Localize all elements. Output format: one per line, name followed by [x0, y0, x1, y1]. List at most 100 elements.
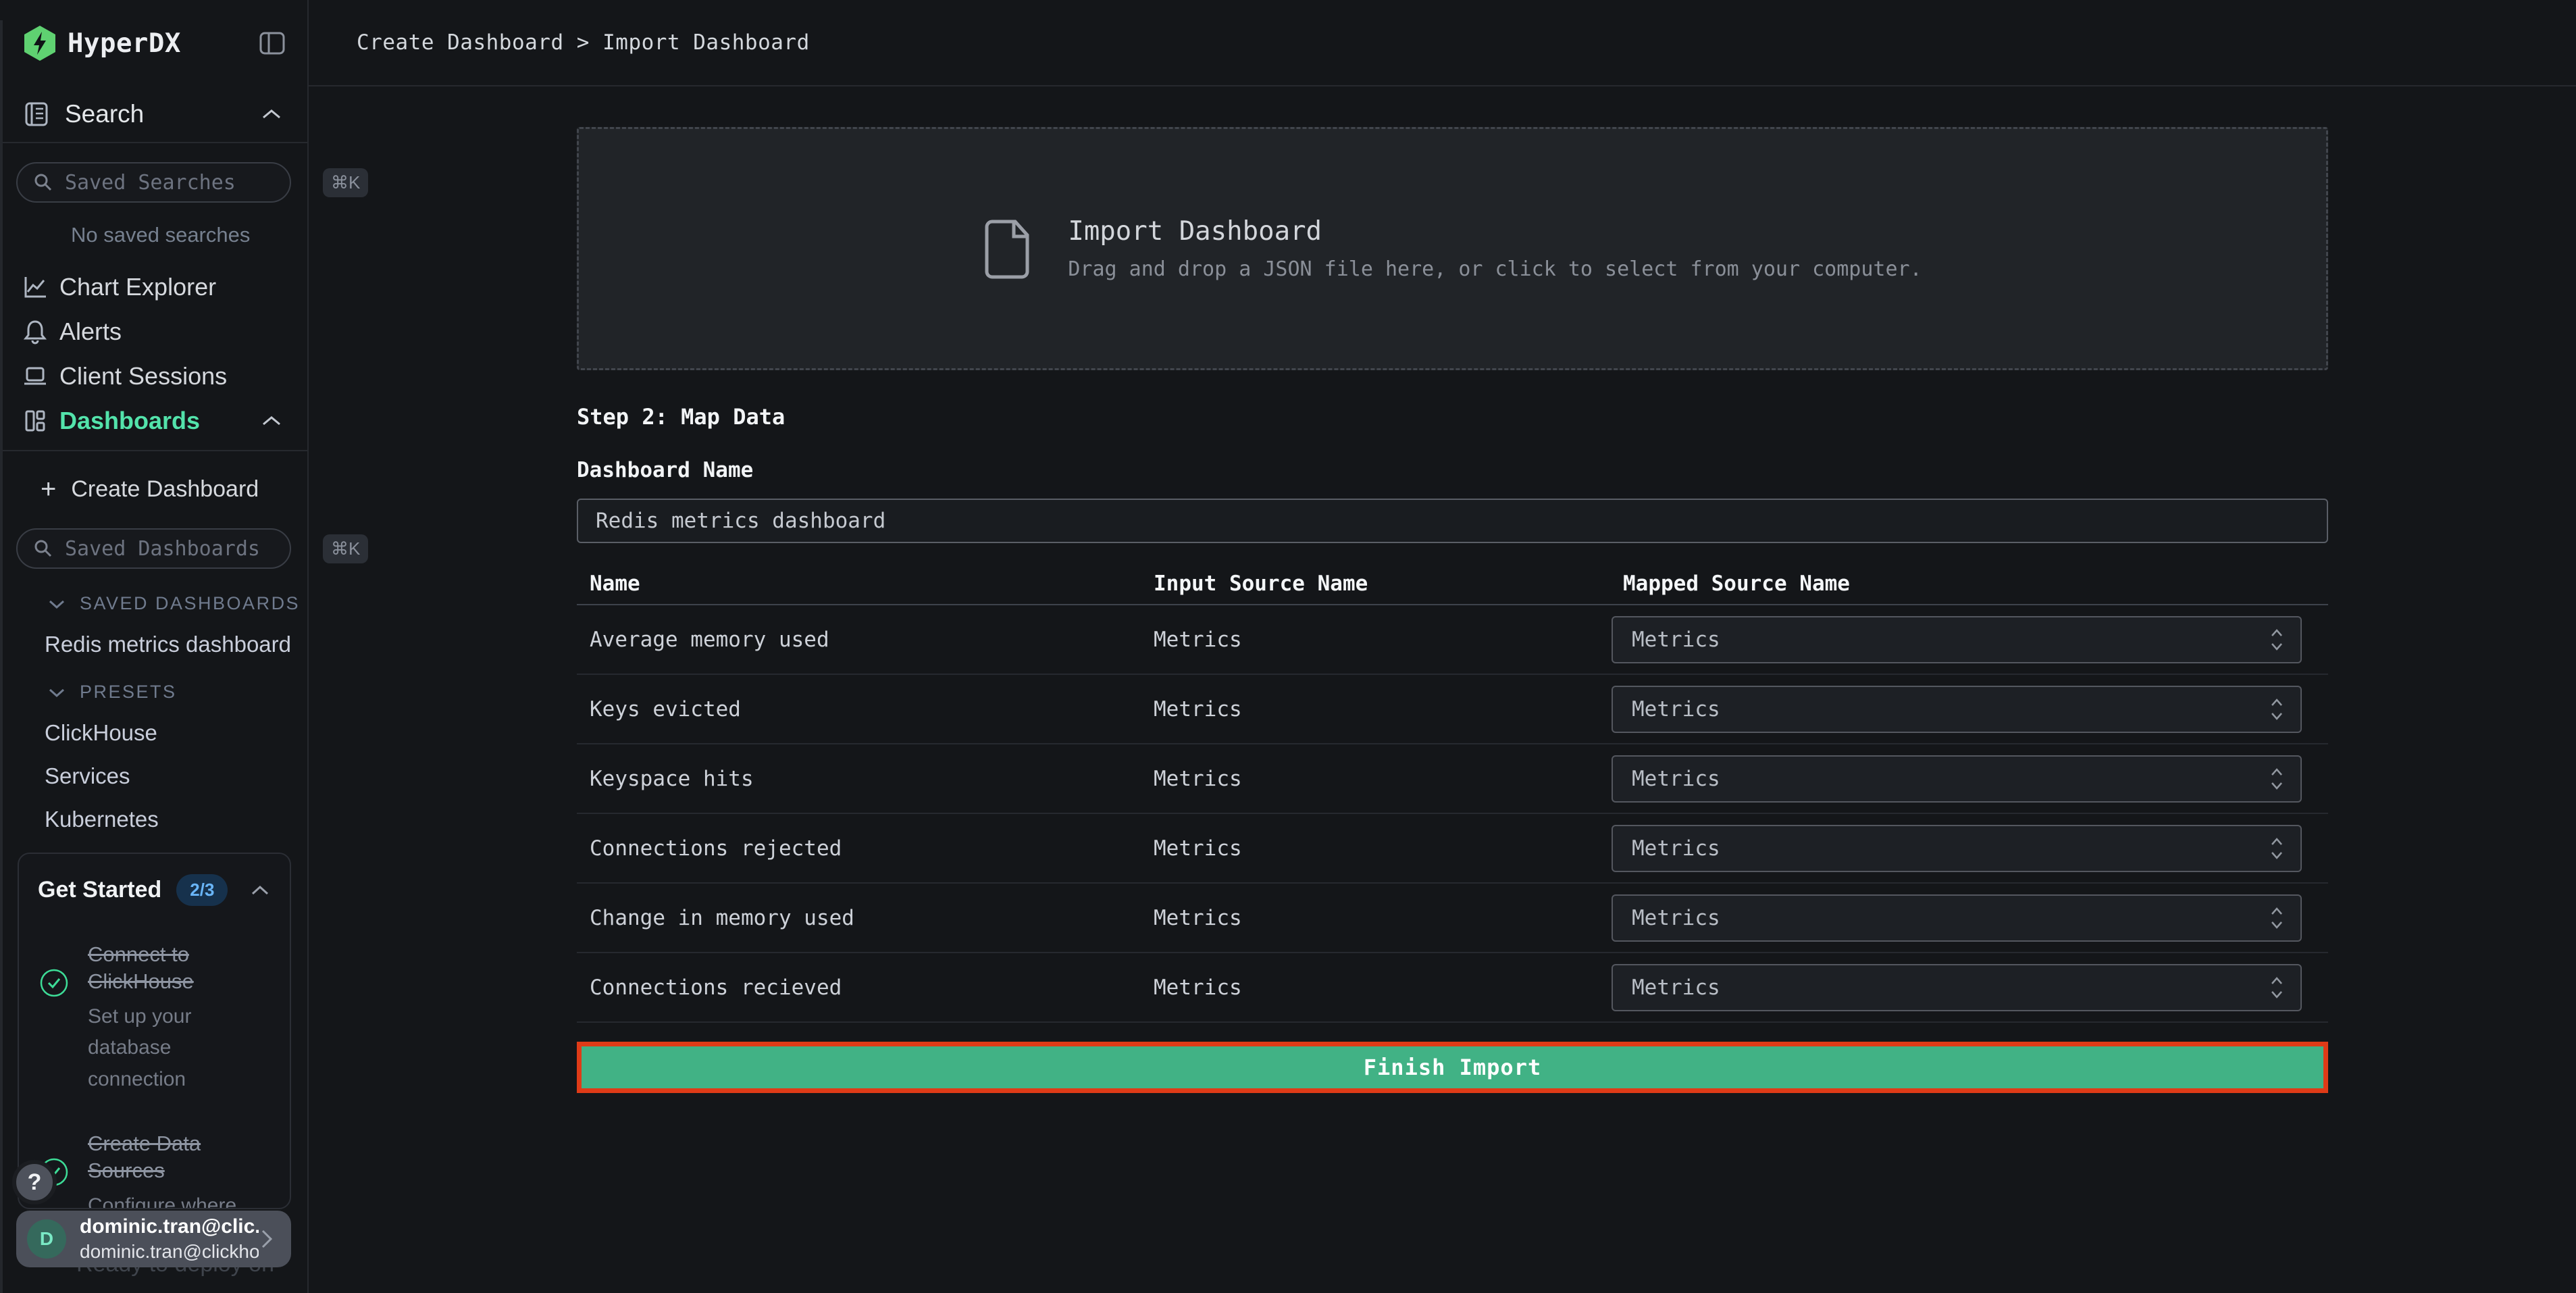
mapped-source-value: Metrics	[1632, 767, 2269, 791]
presets-group-header[interactable]: PRESETS	[47, 682, 307, 703]
breadcrumb-current: Import Dashboard	[602, 30, 810, 55]
row-name: Keyspace hits	[577, 767, 1141, 791]
row-name: Connections recieved	[577, 975, 1141, 1000]
row-input-source: Metrics	[1141, 767, 1610, 791]
magnifier-icon	[32, 172, 54, 193]
row-name: Change in memory used	[577, 906, 1141, 930]
select-updown-chevrons-icon	[2269, 696, 2284, 723]
saved-dashboards-input[interactable]: ⌘K	[16, 528, 291, 569]
sidebar-item-dashboards[interactable]: Dashboards	[0, 399, 307, 443]
file-icon	[983, 218, 1034, 280]
user-menu[interactable]: D dominic.tran@clic... dominic.tran@clic…	[16, 1211, 291, 1267]
mapping-table: Name Input Source Name Mapped Source Nam…	[577, 563, 2328, 1023]
step-title: Connect to ClickHouse	[88, 941, 271, 996]
mapped-source-value: Metrics	[1632, 836, 2269, 861]
step-heading: Step 2: Map Data	[577, 404, 2328, 430]
select-updown-chevrons-icon	[2269, 905, 2284, 932]
get-started-card: Get Started 2/3 Connect to ClickHouse Se…	[18, 853, 291, 1209]
chevron-up-icon[interactable]	[249, 884, 271, 897]
breadcrumb-separator: >	[564, 30, 603, 55]
column-header-mapped-source: Mapped Source Name	[1610, 572, 2328, 596]
row-input-source: Metrics	[1141, 628, 1610, 652]
main-area: Create Dashboard > Import Dashboard Impo…	[309, 0, 2576, 1293]
step-title: Create Data Sources	[88, 1130, 271, 1185]
finish-import-label: Finish Import	[1364, 1055, 1541, 1080]
chevron-up-icon	[260, 414, 283, 428]
get-started-title: Get Started	[38, 877, 161, 903]
preset-item-kubernetes[interactable]: Kubernetes	[45, 807, 307, 832]
sidebar-collapse-button[interactable]	[257, 28, 287, 58]
json-dropzone[interactable]: Import Dashboard Drag and drop a JSON fi…	[577, 127, 2328, 370]
mapped-source-select[interactable]: Metrics	[1612, 755, 2302, 803]
mapped-source-select[interactable]: Metrics	[1612, 616, 2302, 663]
search-section-header[interactable]: Search	[0, 86, 307, 143]
laptop-icon	[22, 363, 59, 390]
select-updown-chevrons-icon	[2269, 974, 2284, 1001]
avatar: D	[27, 1219, 66, 1259]
table-row: Connections rejected Metrics Metrics	[577, 814, 2328, 884]
select-updown-chevrons-icon	[2269, 626, 2284, 653]
get-started-step-1[interactable]: Connect to ClickHouse Set up your databa…	[38, 941, 271, 1095]
table-row: Average memory used Metrics Metrics	[577, 605, 2328, 675]
dashboard-name-input[interactable]	[577, 499, 2328, 543]
plus-icon: +	[41, 476, 56, 503]
page-header: Create Dashboard > Import Dashboard	[309, 0, 2576, 86]
saved-searches-field[interactable]	[65, 171, 323, 195]
get-started-step-2[interactable]: Create Data Sources Configure where your…	[38, 1130, 271, 1209]
mapped-source-select[interactable]: Metrics	[1612, 825, 2302, 872]
saved-dashboards-group-header[interactable]: SAVED DASHBOARDS	[47, 593, 307, 614]
step-description: Set up your database connection	[88, 1001, 271, 1096]
user-name: dominic.tran@clic...	[80, 1215, 259, 1238]
saved-dashboard-item[interactable]: Redis metrics dashboard	[45, 632, 307, 657]
mapped-source-value: Metrics	[1632, 697, 2269, 721]
breadcrumb: Create Dashboard > Import Dashboard	[357, 30, 810, 55]
panel-left-icon	[258, 29, 286, 57]
table-row: Keys evicted Metrics Metrics	[577, 675, 2328, 744]
sidebar-item-alerts[interactable]: Alerts	[0, 309, 307, 354]
window-edge	[0, 20, 3, 1293]
chevron-down-icon	[47, 686, 66, 699]
help-button[interactable]: ?	[12, 1160, 57, 1205]
chevron-up-icon	[260, 107, 283, 121]
column-header-input-source: Input Source Name	[1141, 572, 1610, 596]
check-circle-icon	[38, 968, 70, 1095]
row-input-source: Metrics	[1141, 697, 1610, 721]
saved-searches-input[interactable]: ⌘K	[16, 162, 291, 203]
create-dashboard-button[interactable]: + Create Dashboard	[0, 469, 307, 509]
magnifier-icon	[32, 538, 54, 559]
screen: HyperDX Search	[0, 0, 2576, 1293]
mapped-source-select[interactable]: Metrics	[1612, 964, 2302, 1011]
table-body: Average memory used Metrics Metrics Keys…	[577, 605, 2328, 1023]
chart-line-icon	[22, 274, 59, 301]
sidebar-item-client-sessions[interactable]: Client Sessions	[0, 354, 307, 399]
sidebar-item-chart-explorer[interactable]: Chart Explorer	[0, 265, 307, 309]
bell-icon	[22, 318, 59, 345]
import-content: Import Dashboard Drag and drop a JSON fi…	[577, 127, 2328, 1093]
mapped-source-select[interactable]: Metrics	[1612, 686, 2302, 733]
shortcut-badge: ⌘K	[323, 168, 368, 197]
preset-item-clickhouse[interactable]: ClickHouse	[45, 720, 307, 746]
chevron-down-icon	[47, 598, 66, 610]
search-section-label: Search	[65, 100, 144, 128]
hyperdx-logo-icon	[23, 25, 57, 61]
row-name: Average memory used	[577, 628, 1141, 652]
select-updown-chevrons-icon	[2269, 765, 2284, 792]
mapped-source-select[interactable]: Metrics	[1612, 894, 2302, 942]
dashboard-name-label: Dashboard Name	[577, 458, 2328, 482]
row-name: Keys evicted	[577, 697, 1141, 721]
app-title: HyperDX	[68, 28, 181, 59]
mapped-source-value: Metrics	[1632, 975, 2269, 1000]
preset-item-services[interactable]: Services	[45, 763, 307, 789]
user-email: dominic.tran@clickho...	[80, 1241, 259, 1263]
table-row: Connections recieved Metrics Metrics	[577, 953, 2328, 1023]
saved-dashboards-field[interactable]	[65, 537, 323, 561]
breadcrumb-create-dashboard[interactable]: Create Dashboard	[357, 30, 564, 55]
logo-row: HyperDX	[0, 0, 307, 86]
row-input-source: Metrics	[1141, 975, 1610, 1000]
progress-badge: 2/3	[176, 874, 228, 906]
row-input-source: Metrics	[1141, 836, 1610, 861]
finish-import-button[interactable]: Finish Import	[577, 1042, 2328, 1093]
layout-grid-icon	[22, 407, 59, 434]
mapped-source-value: Metrics	[1632, 906, 2269, 930]
row-input-source: Metrics	[1141, 906, 1610, 930]
